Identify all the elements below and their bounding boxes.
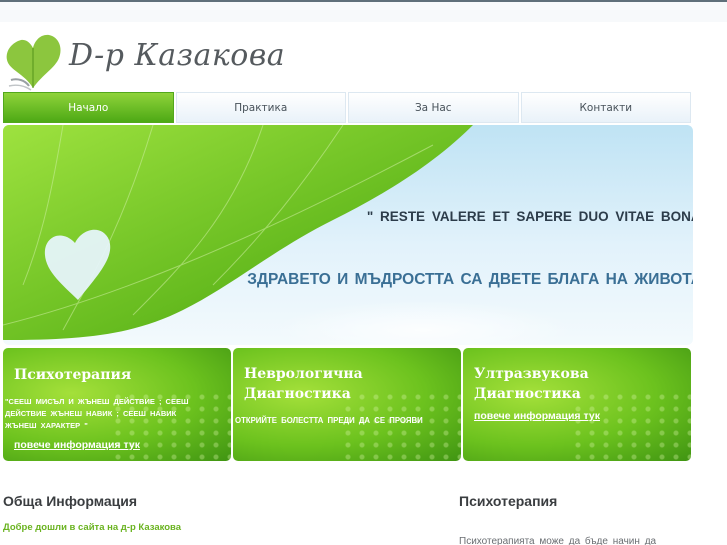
box-title: Психотерапия <box>14 367 132 383</box>
box-quote-line: ЖЪНЕШ ХАРАКТЕР " <box>5 421 88 430</box>
hero-banner: " RESTE VALERE ET SAPERE DUO VITAE BONA"… <box>3 125 693 345</box>
nav-item-about[interactable]: За Нас <box>348 92 519 123</box>
general-info-heading: Обща Информация <box>3 493 138 509</box>
hero-quote: " RESTE VALERE ET SAPERE DUO VITAE BONA" <box>366 209 693 224</box>
site-logo[interactable]: D-р Казакова <box>3 28 285 96</box>
nav-item-practice[interactable]: Практика <box>175 92 346 123</box>
logo-text: D-р Казакова <box>69 38 286 73</box>
box-title-line: Диагностика <box>244 386 351 402</box>
more-info-link[interactable]: повече информация тук <box>474 410 600 422</box>
box-quote: "СЕЕШ МИСЪЛ И ЖЪНЕШ ДЕЙСТВИЕ ; СЕЕШ ДЕЙС… <box>5 396 189 432</box>
top-band <box>0 2 727 22</box>
box-tagline: ОТКРИЙТЕ БОЛЕСТТА ПРЕДИ ДА СЕ ПРОЯВИ <box>235 416 423 425</box>
nav-item-contacts[interactable]: Контакти <box>520 92 691 123</box>
nav-item-home[interactable]: Начало <box>3 92 174 123</box>
feature-box-neurology: Неврологична Диагностика ОТКРИЙТЕ БОЛЕСТ… <box>233 348 461 461</box>
box-title: Ултразвукова Диагностика <box>474 364 589 404</box>
box-quote-line: "СЕЕШ МИСЪЛ И ЖЪНЕШ ДЕЙСТВИЕ ; СЕЕШ <box>5 397 189 406</box>
box-title-line: Ултразвукова <box>474 366 589 382</box>
decor-dots <box>571 391 691 461</box>
welcome-text: Добре дошли в сайта на д-р Казакова <box>3 522 182 533</box>
hero-slogan: ЗДРАВЕТО И МЪДРОСТТА СА ДВЕТЕ БЛАГА НА Ж… <box>247 271 693 288</box>
hero-leaf-image <box>3 125 573 345</box>
box-title-line: Диагностика <box>474 386 581 402</box>
main-nav: Начало Практика За Нас Контакти <box>3 92 691 123</box>
box-title: Неврологична Диагностика <box>244 364 363 404</box>
feature-box-psychotherapy: Психотерапия "СЕЕШ МИСЪЛ И ЖЪНЕШ ДЕЙСТВИ… <box>3 348 231 461</box>
more-info-link[interactable]: повече информация тук <box>14 439 140 451</box>
feature-box-ultrasound: Ултразвукова Диагностика повече информац… <box>463 348 691 461</box>
box-quote-line: ДЕЙСТВИЕ ЖЪНЕШ НАВИК ; СЕЕШ НАВИК <box>5 409 177 418</box>
box-title-line: Неврологична <box>244 366 363 382</box>
psychotherapy-intro: Психотерапията може да бъде начин да <box>459 536 657 545</box>
ginkgo-leaf-icon <box>6 34 61 91</box>
psychotherapy-heading: Психотерапия <box>459 493 558 509</box>
